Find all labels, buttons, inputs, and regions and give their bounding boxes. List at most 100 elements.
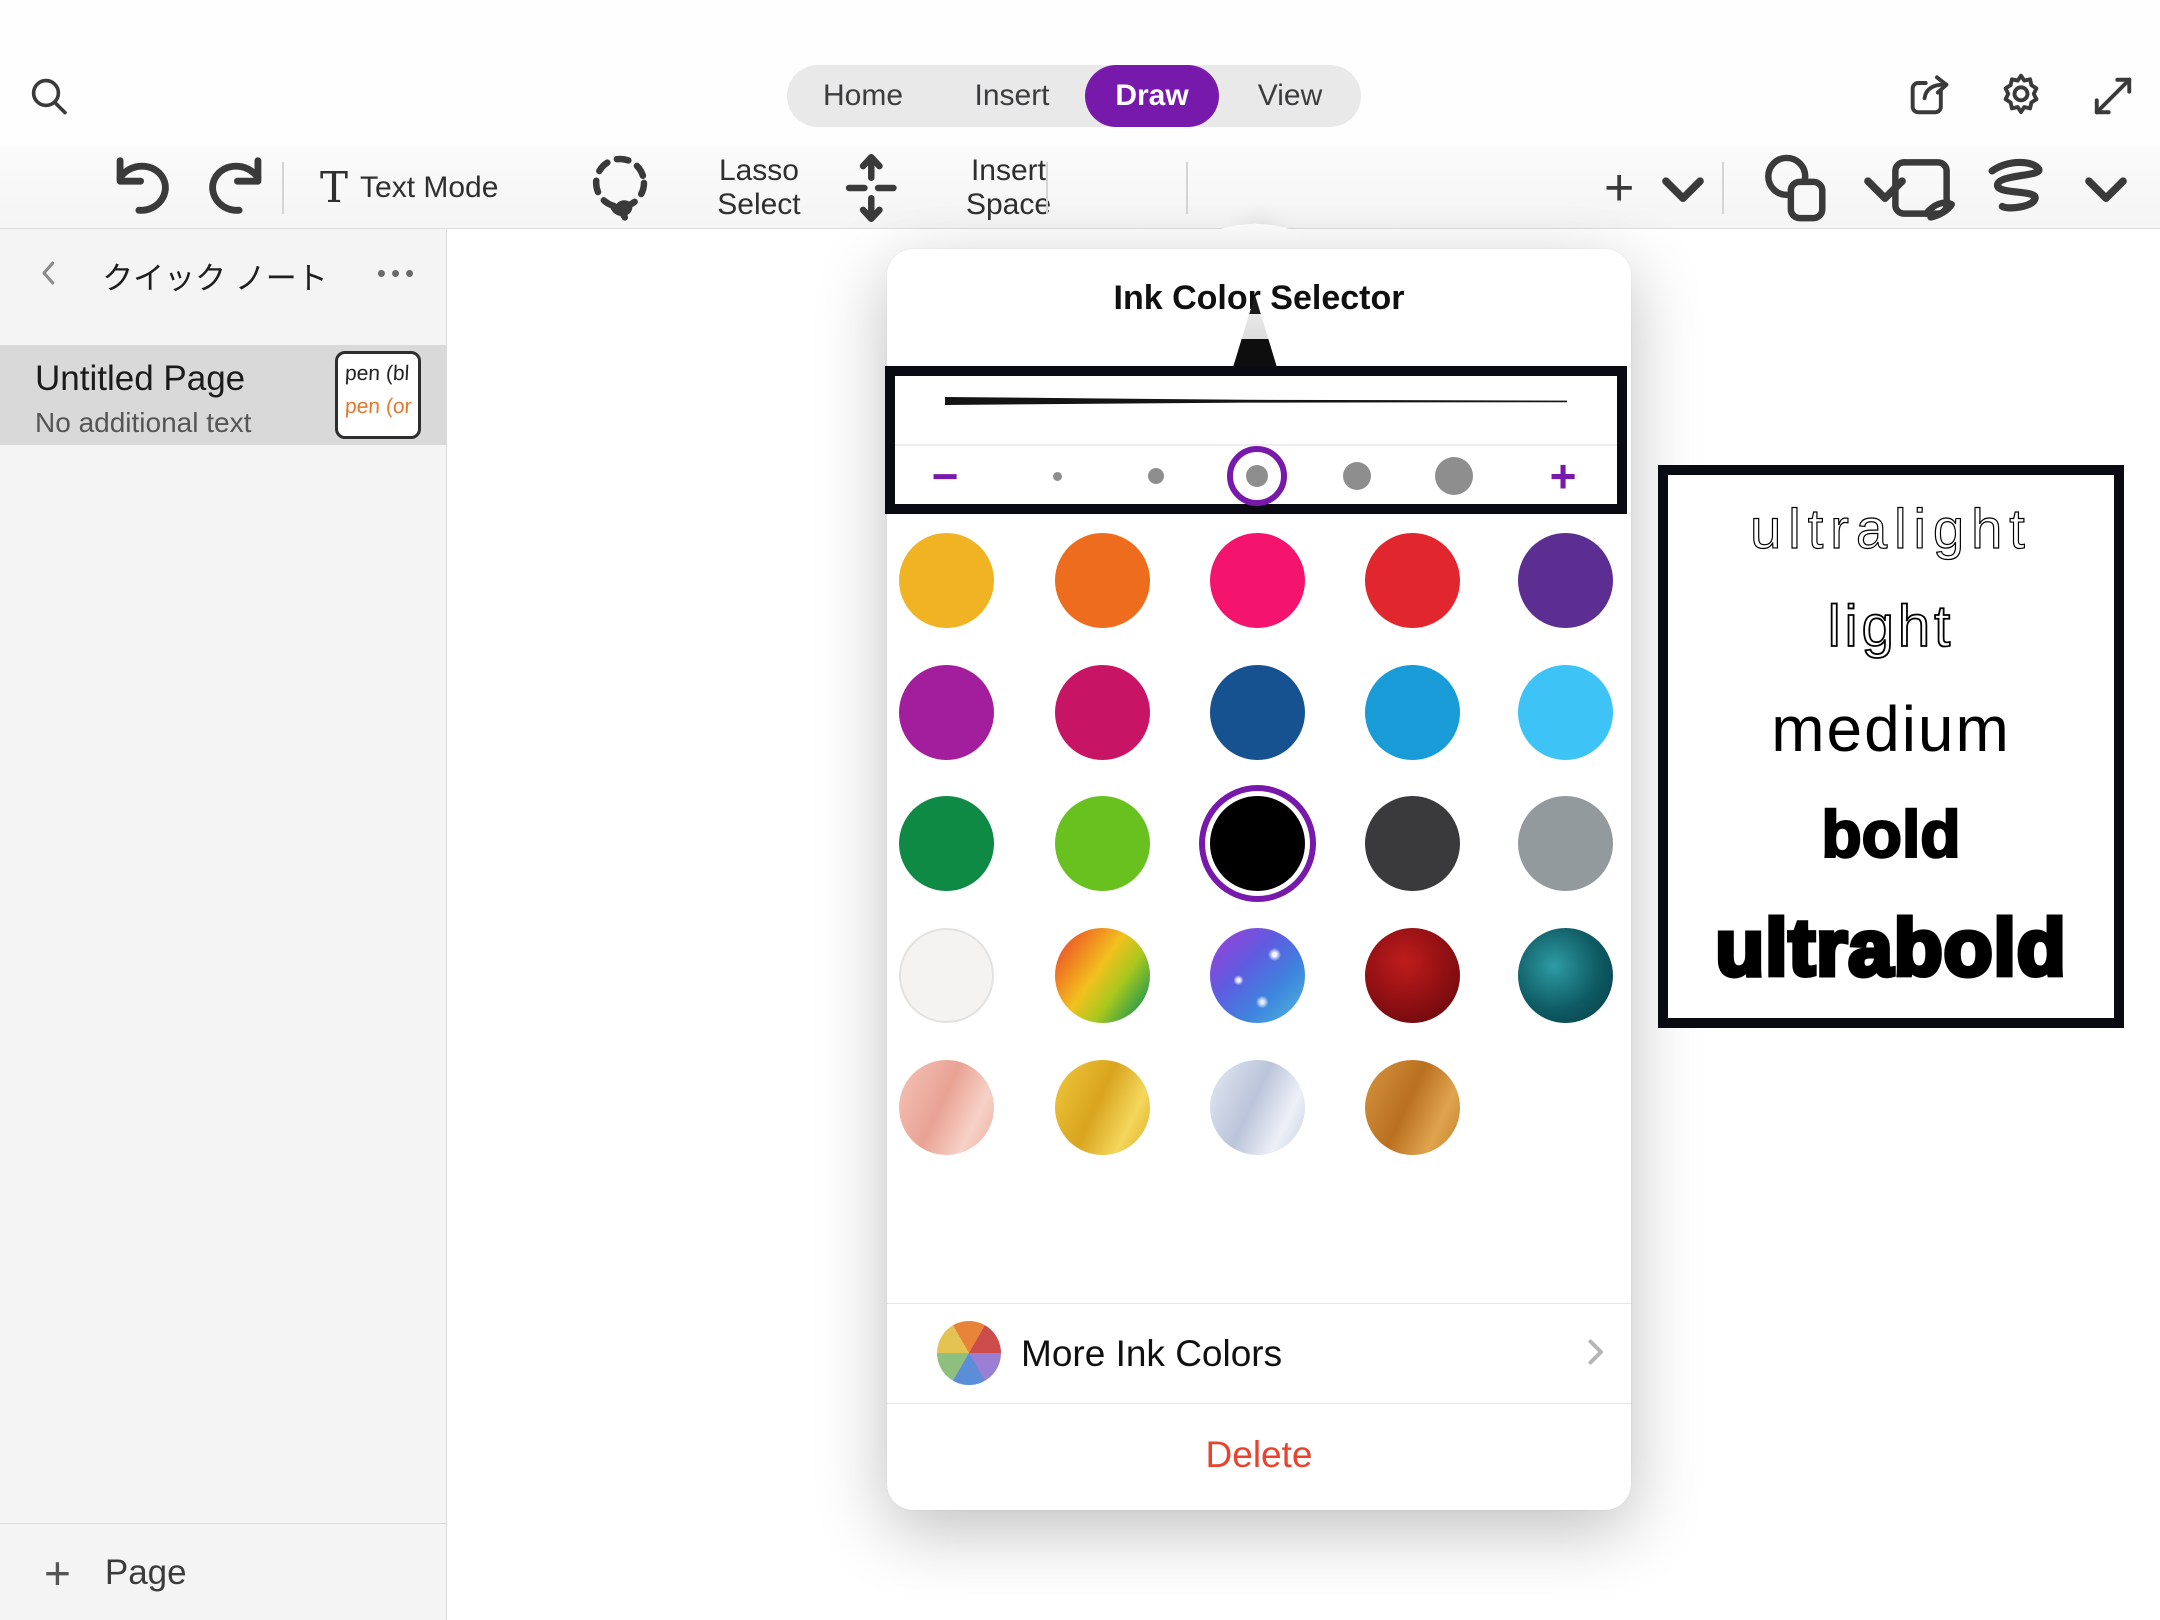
undo-button[interactable] <box>103 147 185 229</box>
thumbnail-line: pen (bl <box>344 358 419 391</box>
sample-line-bold: bold <box>1821 801 1960 867</box>
sample-line-ultralight: ultralight <box>1750 501 2032 557</box>
add-pen-button[interactable]: + <box>1604 147 1724 229</box>
ink-swatch-rainbow-glitter[interactable] <box>1055 928 1150 1023</box>
fullscreen-button[interactable] <box>2087 70 2139 122</box>
chevron-left-icon <box>34 251 64 295</box>
plus-icon: + <box>1604 162 1634 214</box>
search-icon <box>25 73 73 121</box>
ink-swatch-lime[interactable] <box>1055 796 1150 891</box>
toolbar-divider <box>1186 162 1188 214</box>
draw-toolbar: T Text Mode Lasso Select Insert Space <box>0 147 2160 229</box>
ink-swatch-sky-blue[interactable] <box>1518 665 1613 760</box>
lasso-select-label: Lasso Select <box>709 154 809 222</box>
ink-swatch-teal-marble[interactable] <box>1518 928 1613 1023</box>
ink-effects-button[interactable] <box>1975 147 2147 229</box>
sample-line-ultrabold: ultrabold <box>1715 908 2066 988</box>
tab-home[interactable]: Home <box>787 65 939 127</box>
ink-swatch-magenta[interactable] <box>899 665 994 760</box>
text-mode-icon: T <box>320 167 348 209</box>
ink-swatch-silver[interactable] <box>1210 1060 1305 1155</box>
ink-swatch-navy[interactable] <box>1210 665 1305 760</box>
lasso-select-button[interactable]: Lasso Select <box>543 147 809 229</box>
page-title: Untitled Page <box>35 359 245 399</box>
gear-icon <box>1995 70 2047 122</box>
page-thumbnail: pen (bl pen (or <box>335 351 421 439</box>
ink-swatch-gold[interactable] <box>899 533 994 628</box>
toolbar-divider <box>1722 162 1724 214</box>
add-page-button[interactable]: + Page <box>0 1541 447 1605</box>
stroke-thickness-preview <box>945 392 1567 412</box>
thickness-selector-panel: − + <box>885 366 1627 514</box>
tab-insert[interactable]: Insert <box>939 65 1085 127</box>
ink-swatch-pink[interactable] <box>1210 533 1305 628</box>
ribbon-tabs: Home Insert Draw View <box>787 65 1361 127</box>
increase-thickness-button[interactable]: + <box>1535 450 1591 502</box>
text-mode-label: Text Mode <box>360 171 498 205</box>
lasso-icon <box>543 147 697 229</box>
more-ink-colors-button[interactable]: More Ink Colors <box>887 1304 1631 1403</box>
back-button[interactable] <box>34 251 64 295</box>
insert-space-label: Insert Space <box>960 154 1058 222</box>
color-wheel-icon <box>937 1321 1001 1385</box>
page-subtitle: No additional text <box>35 407 251 439</box>
share-icon <box>1904 70 1956 122</box>
ink-swatch-gold-shimmer[interactable] <box>1055 1060 1150 1155</box>
ellipsis-icon: ••• <box>377 258 419 288</box>
chevron-down-icon <box>1642 147 1724 229</box>
more-ink-colors-label: More Ink Colors <box>1021 1333 1282 1375</box>
notebook-title: クイック ノート <box>70 253 360 298</box>
delete-button[interactable]: Delete <box>887 1427 1631 1483</box>
scribble-icon <box>1975 147 2057 229</box>
text-mode-button[interactable]: T Text Mode <box>320 147 498 229</box>
selected-thickness-ring <box>1227 446 1287 506</box>
thickness-dot-1[interactable] <box>1053 472 1062 481</box>
insert-space-button[interactable]: Insert Space <box>795 147 1057 229</box>
chevron-right-icon <box>1577 1334 1613 1370</box>
more-options-button[interactable]: ••• <box>366 253 430 293</box>
sidebar-header: クイック ノート ••• <box>0 247 447 303</box>
handwriting-sample-box: ultralight light medium bold ultrabold <box>1658 465 2124 1028</box>
ink-swatch-black-selected[interactable] <box>1210 796 1305 891</box>
expand-icon <box>2087 70 2139 122</box>
thickness-dot-4[interactable] <box>1343 462 1371 490</box>
popup-divider <box>887 1403 1631 1404</box>
redo-button[interactable] <box>193 147 275 229</box>
ink-swatch-rose-gold[interactable] <box>899 1060 994 1155</box>
thickness-dot-2[interactable] <box>1148 468 1164 484</box>
ink-swatch-raspberry[interactable] <box>1055 665 1150 760</box>
ink-swatch-gray[interactable] <box>1518 796 1613 891</box>
page-list-sidebar: クイック ノート ••• Untitled Page No additional… <box>0 229 447 1620</box>
ink-swatch-green[interactable] <box>899 796 994 891</box>
page-list-item-selected[interactable]: Untitled Page No additional text pen (bl… <box>0 345 447 445</box>
toolbar-divider <box>282 162 284 214</box>
ink-swatch-dark-gray[interactable] <box>1365 796 1460 891</box>
sample-line-medium: medium <box>1771 697 2011 761</box>
plus-icon: + <box>44 1550 71 1596</box>
thumbnail-line: pen (or <box>344 391 419 424</box>
settings-button[interactable] <box>1995 70 2047 122</box>
tab-view[interactable]: View <box>1219 65 1361 127</box>
ink-to-text-button[interactable] <box>1880 147 1962 229</box>
chevron-down-icon <box>2065 147 2147 229</box>
ink-swatch-azure[interactable] <box>1365 665 1460 760</box>
tab-draw[interactable]: Draw <box>1085 65 1219 127</box>
sidebar-divider <box>0 1523 447 1524</box>
redo-icon <box>193 147 275 229</box>
undo-icon <box>103 147 185 229</box>
ink-swatch-garnet[interactable] <box>1365 928 1460 1023</box>
decrease-thickness-button[interactable]: − <box>917 450 973 502</box>
toolbar-divider <box>1046 162 1048 214</box>
search-button[interactable] <box>25 73 73 121</box>
ink-swatch-purple[interactable] <box>1518 533 1613 628</box>
ink-swatch-red[interactable] <box>1365 533 1460 628</box>
onenote-app: Home Insert Draw View <box>0 0 2160 1620</box>
top-bar: Home Insert Draw View <box>0 0 2160 147</box>
ink-swatch-white[interactable] <box>899 928 994 1023</box>
ink-swatch-orange[interactable] <box>1055 533 1150 628</box>
ink-swatch-bronze[interactable] <box>1365 1060 1460 1155</box>
ink-swatch-galaxy[interactable] <box>1210 928 1305 1023</box>
share-button[interactable] <box>1904 70 1956 122</box>
add-page-label: Page <box>105 1553 187 1593</box>
thickness-dot-5[interactable] <box>1435 457 1473 495</box>
